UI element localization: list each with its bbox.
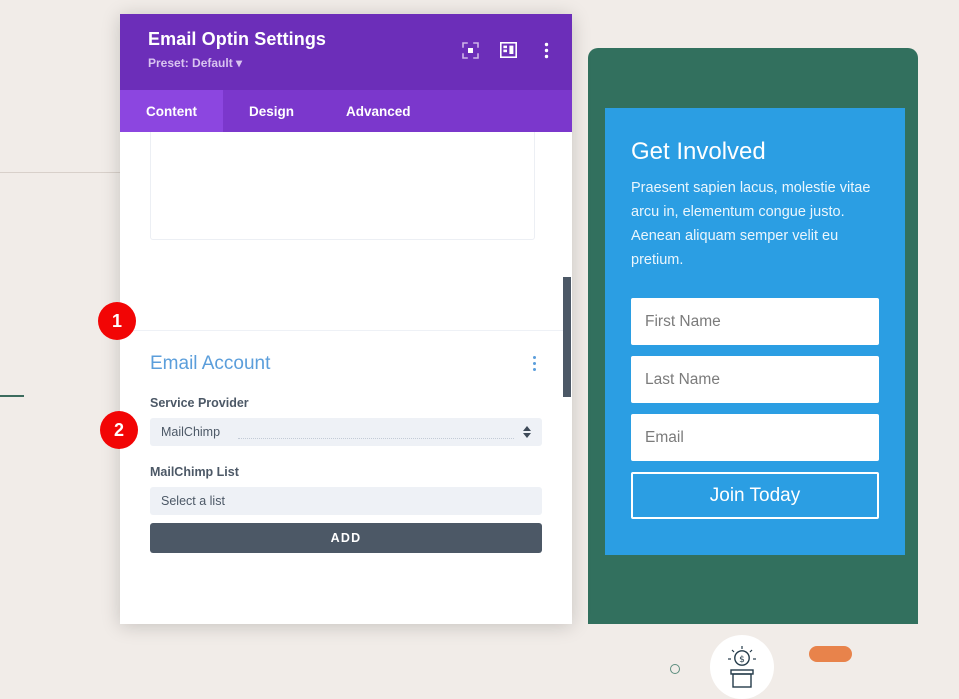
focus-target-icon[interactable] (460, 40, 480, 60)
modal-scrollbar-track[interactable] (563, 132, 572, 624)
section-header-email-account: Email Account (150, 352, 542, 375)
section-divider (120, 330, 572, 331)
partial-textarea-field[interactable] (150, 132, 535, 240)
service-provider-select[interactable]: MailChimp (150, 418, 542, 446)
section-title-email-account: Email Account (150, 353, 270, 375)
optin-submit-button[interactable]: Join Today (631, 472, 879, 519)
background-underline (0, 395, 24, 397)
optin-form-card: Get Involved Praesent sapien lacus, mole… (605, 108, 905, 555)
more-vertical-icon[interactable] (536, 40, 556, 60)
section-options-icon[interactable] (527, 352, 542, 375)
orange-pill-shape (809, 646, 852, 662)
tab-content[interactable]: Content (120, 90, 223, 132)
tab-advanced[interactable]: Advanced (320, 90, 437, 132)
email-optin-settings-modal: Email Optin Settings Preset: Default ▾ (120, 14, 572, 624)
modal-header: Email Optin Settings Preset: Default ▾ (120, 14, 572, 90)
optin-body-text: Praesent sapien lacus, molestie vitae ar… (631, 177, 879, 273)
section-email-account: Email Account Service Provider MailChimp… (150, 352, 542, 553)
callout-badge-1: 1 (98, 302, 136, 340)
modal-header-actions (460, 40, 556, 60)
callout-badge-2: 2 (100, 411, 138, 449)
carousel-dot-icon (670, 664, 680, 674)
modal-tabs: Content Design Advanced (120, 90, 572, 132)
coin-money-icon: $ (710, 635, 774, 699)
layout-panel-icon[interactable] (498, 40, 518, 60)
mailchimp-list-select[interactable]: Select a list (150, 487, 542, 515)
modal-body: Email Account Service Provider MailChimp… (120, 132, 572, 624)
service-provider-label: Service Provider (150, 396, 542, 410)
optin-last-name-input[interactable] (631, 356, 879, 403)
optin-email-input[interactable] (631, 414, 879, 461)
mailchimp-list-label: MailChimp List (150, 465, 542, 479)
modal-scrollbar-thumb[interactable] (563, 277, 571, 397)
optin-first-name-input[interactable] (631, 298, 879, 345)
mailchimp-list-select-wrap: Select a list (150, 487, 542, 515)
optin-heading: Get Involved (631, 138, 879, 167)
add-button[interactable]: ADD (150, 523, 542, 553)
svg-text:$: $ (739, 655, 745, 665)
background-divider (0, 172, 120, 173)
service-provider-select-wrap: MailChimp (150, 418, 542, 446)
preview-device: Get Involved Praesent sapien lacus, mole… (588, 48, 918, 624)
tab-design[interactable]: Design (223, 90, 320, 132)
